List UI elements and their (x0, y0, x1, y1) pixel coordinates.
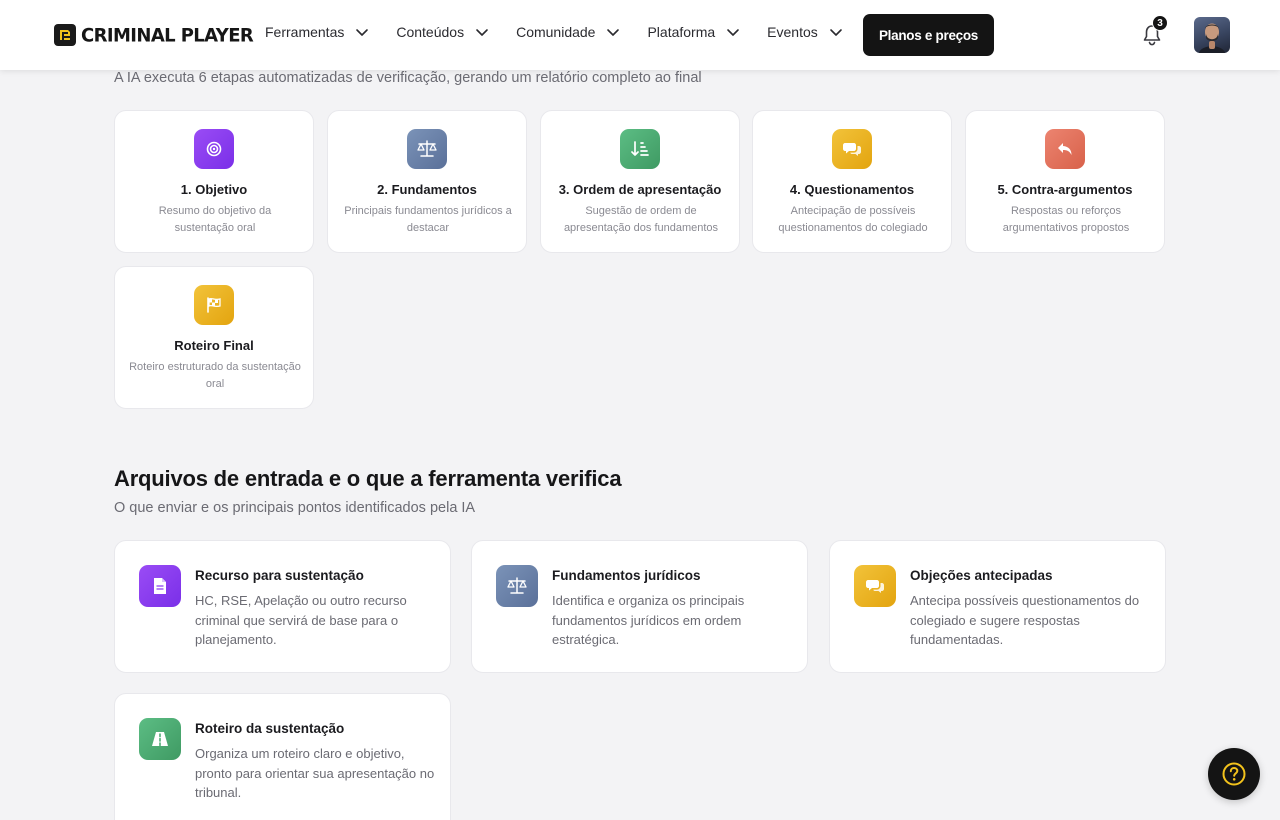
chevron-down-icon (727, 29, 739, 36)
step-title: 3. Ordem de apresentação (558, 182, 722, 197)
file-card-description: Antecipa possíveis questionamentos do co… (910, 593, 1140, 647)
sort-list-icon (620, 129, 660, 169)
reply-icon (1045, 129, 1085, 169)
step-card-fundamentos: 2. Fundamentos Principais fundamentos ju… (327, 110, 527, 253)
nav-label: Conteúdos (396, 24, 465, 40)
file-card-title: Objeções antecipadas (910, 568, 1053, 583)
document-icon (139, 565, 181, 607)
top-header: CRIMINAL PLAYER Ferramentas Conteúdos Co… (0, 0, 1280, 70)
file-card-description: HC, RSE, Apelação ou outro recurso crimi… (195, 593, 407, 647)
file-card-description: Organiza um roteiro claro e objetivo, pr… (195, 746, 435, 800)
scale-icon (407, 129, 447, 169)
chat-icon (832, 129, 872, 169)
plans-pricing-button[interactable]: Planos e preços (863, 14, 994, 56)
help-button[interactable] (1208, 748, 1260, 800)
step-description: Respostas ou reforços argumentativos pro… (1002, 205, 1130, 234)
user-avatar[interactable] (1194, 17, 1230, 53)
chevron-down-icon (829, 29, 842, 36)
nav-label: Eventos (767, 24, 818, 40)
flag-icon (194, 285, 234, 325)
step-description: Antecipação de possíveis questionamentos… (778, 205, 928, 234)
step-description: Principais fundamentos jurídicos a desta… (344, 205, 512, 234)
nav-plataforma[interactable]: Plataforma (647, 24, 741, 40)
file-card-fundamentos: Fundamentos jurídicos Identifica e organ… (471, 540, 808, 673)
nav-ferramentas[interactable]: Ferramentas (265, 24, 370, 40)
step-card-ordem: 3. Ordem de apresentação Sugestão de ord… (540, 110, 740, 253)
chevron-down-icon (607, 29, 620, 36)
step-card-questionamentos: 4. Questionamentos Antecipação de possív… (752, 110, 952, 253)
step-card-roteiro-final: Roteiro Final Roteiro estruturado da sus… (114, 266, 314, 409)
brand-name: CRIMINAL PLAYER (81, 23, 254, 47)
file-card-roteiro: Roteiro da sustentação Organiza um rotei… (114, 693, 451, 820)
scale-icon (496, 565, 538, 607)
nav-conteudos[interactable]: Conteúdos (396, 24, 490, 40)
step-card-contra-argumentos: 5. Contra-argumentos Respostas ou reforç… (965, 110, 1165, 253)
brand-logo[interactable]: CRIMINAL PLAYER (54, 23, 254, 47)
chat-icon (854, 565, 896, 607)
nav-comunidade[interactable]: Comunidade (516, 24, 621, 40)
step-title: 5. Contra-argumentos (997, 182, 1133, 197)
avatar-portrait-icon (1199, 23, 1225, 53)
logo-mark-icon (54, 24, 76, 46)
step-card-objetivo: 1. Objetivo Resumo do objetivo da susten… (114, 110, 314, 253)
notification-badge: 3 (1152, 15, 1168, 31)
step-description: Roteiro estruturado da sustentação oral (129, 361, 301, 390)
step-description: Resumo do objetivo da sustentação oral (158, 205, 272, 234)
file-card-title: Roteiro da sustentação (195, 721, 345, 736)
chevron-down-icon (476, 29, 488, 36)
nav-label: Comunidade (516, 24, 596, 40)
chevron-down-icon (356, 29, 369, 36)
step-description: Sugestão de ordem de apresentação dos fu… (563, 205, 719, 234)
road-icon (139, 718, 181, 760)
file-card-title: Recurso para sustentação (195, 568, 364, 583)
file-card-objecoes: Objeções antecipadas Antecipa possíveis … (829, 540, 1166, 673)
file-card-recurso: Recurso para sustentação HC, RSE, Apelaç… (114, 540, 451, 673)
step-title: Roteiro Final (174, 338, 254, 353)
nav-label: Plataforma (647, 24, 716, 40)
target-icon (194, 129, 234, 169)
step-title: 1. Objetivo (180, 182, 248, 197)
steps-subtitle: A IA executa 6 etapas automatizadas de v… (114, 70, 702, 86)
file-card-title: Fundamentos jurídicos (552, 568, 701, 583)
question-icon (1222, 762, 1246, 786)
main-nav: Ferramentas Conteúdos Comunidade Platafo… (265, 24, 844, 40)
nav-label: Ferramentas (265, 24, 345, 40)
step-title: 2. Fundamentos (377, 182, 477, 197)
file-card-description: Identifica e organiza os principais fund… (552, 593, 745, 647)
step-title: 4. Questionamentos (789, 182, 915, 197)
nav-eventos[interactable]: Eventos (767, 24, 844, 40)
files-section-subtitle: O que enviar e os principais pontos iden… (114, 500, 476, 516)
files-section-title: Arquivos de entrada e o que a ferramenta… (114, 466, 622, 491)
